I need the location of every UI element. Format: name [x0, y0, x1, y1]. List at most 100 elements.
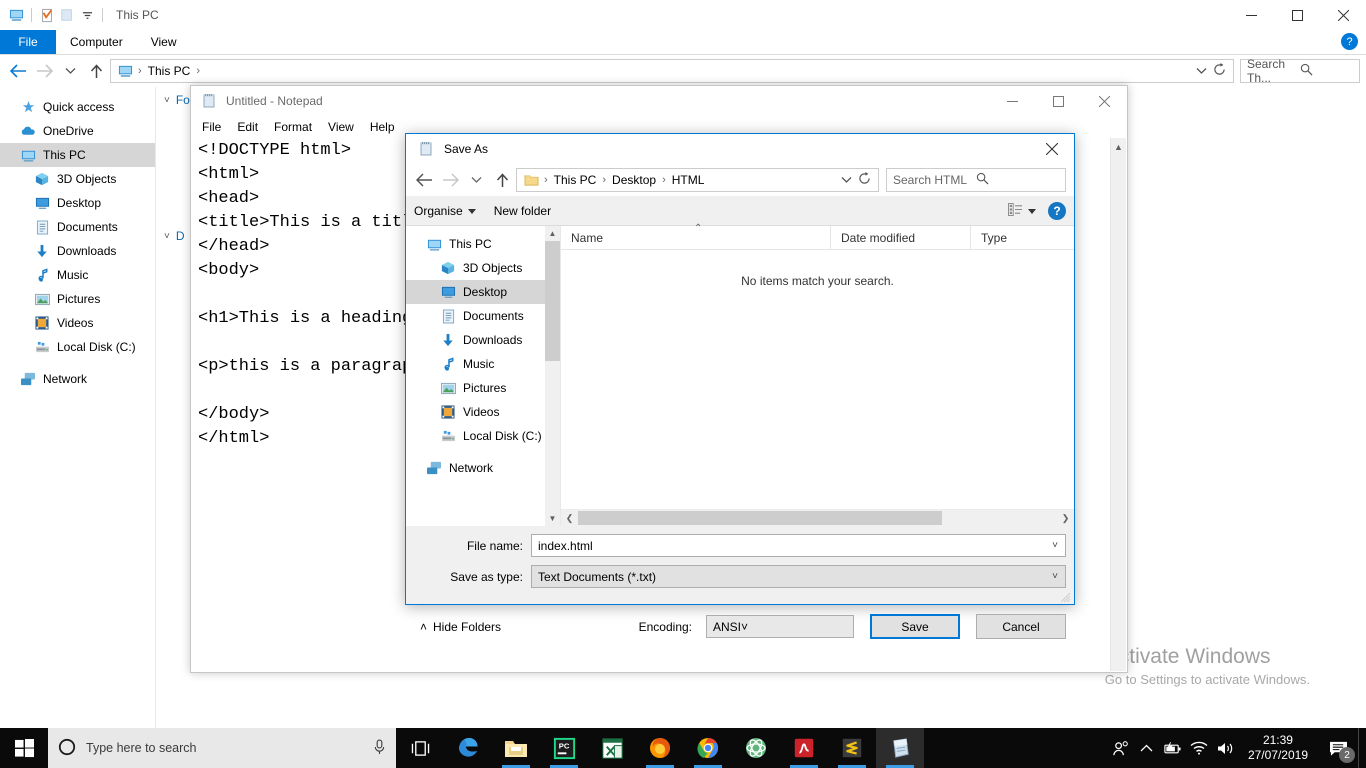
breadcrumb-item-desktop[interactable]: Desktop	[609, 173, 659, 187]
volume-icon[interactable]	[1212, 728, 1238, 768]
forward-button[interactable]	[32, 59, 56, 83]
chevron-down-icon[interactable]: ˅	[164, 231, 170, 242]
sidebar-item-3d-objects[interactable]: 3D Objects	[0, 167, 155, 191]
people-icon[interactable]	[1108, 728, 1134, 768]
chevron-down-icon[interactable]: ˅	[1052, 571, 1063, 582]
save-button[interactable]: Save	[870, 614, 960, 639]
scrollbar-thumb[interactable]	[578, 511, 943, 525]
taskbar-app-notepad[interactable]	[876, 728, 924, 768]
task-view-button[interactable]	[396, 728, 444, 768]
sidebar-item-network[interactable]: Network	[0, 367, 155, 391]
sidebar-item-local-disk-c[interactable]: Local Disk (C:)	[0, 335, 155, 359]
properties-icon[interactable]	[37, 5, 57, 25]
menu-help[interactable]: Help	[363, 119, 402, 135]
show-hidden-icons-chevron[interactable]	[1134, 728, 1160, 768]
forward-button[interactable]	[438, 168, 462, 192]
file-list-pane[interactable]: ⌃ Name Date modified Type No items match…	[561, 223, 1074, 526]
maximize-button[interactable]	[1035, 86, 1081, 116]
close-button[interactable]	[1320, 0, 1366, 30]
column-header-name[interactable]: ⌃ Name	[561, 223, 831, 249]
maximize-button[interactable]	[1274, 0, 1320, 30]
breadcrumb-separator-2[interactable]: ›	[196, 65, 200, 77]
taskbar-search-box[interactable]: Type here to search	[48, 728, 396, 768]
file-name-input[interactable]: index.html ˅	[531, 534, 1066, 557]
taskbar-app-firefox[interactable]	[636, 728, 684, 768]
menu-edit[interactable]: Edit	[230, 119, 265, 135]
this-pc-icon[interactable]	[6, 5, 26, 25]
refresh-icon[interactable]	[858, 172, 871, 188]
dialog-nav-item-this-pc[interactable]: This PC	[406, 232, 560, 256]
chevron-down-icon[interactable]: ˅	[1052, 540, 1063, 551]
save-as-type-select[interactable]: Text Documents (*.txt) ˅	[531, 565, 1066, 588]
dialog-nav-item-local-disk-c[interactable]: Local Disk (C:)	[406, 424, 560, 448]
scroll-down-arrow-icon[interactable]: ▼	[545, 511, 560, 526]
chevron-down-icon[interactable]: ˅	[741, 620, 748, 634]
breadcrumb-item-html[interactable]: HTML	[669, 173, 708, 187]
menu-file[interactable]: File	[195, 119, 228, 135]
address-dropdown-chevron-icon[interactable]	[1196, 64, 1207, 78]
new-folder-button[interactable]: New folder	[494, 204, 551, 218]
close-button[interactable]	[1081, 86, 1127, 116]
ribbon-tab-computer[interactable]: Computer	[56, 30, 137, 54]
dialog-nav-item-videos[interactable]: Videos	[406, 400, 560, 424]
hide-folders-toggle[interactable]: ˄ Hide Folders	[420, 620, 501, 634]
sidebar-item-documents[interactable]: Documents	[0, 215, 155, 239]
taskbar-app-edge[interactable]	[444, 728, 492, 768]
encoding-select[interactable]: ANSI ˅	[706, 615, 854, 638]
cancel-button[interactable]: Cancel	[976, 614, 1066, 639]
scroll-right-arrow-icon[interactable]: ❯	[1057, 513, 1074, 524]
show-desktop-button[interactable]	[1358, 728, 1366, 768]
dialog-nav-item-desktop[interactable]: Desktop	[406, 280, 560, 304]
back-button[interactable]	[6, 59, 30, 83]
scrollbar-thumb[interactable]	[545, 241, 560, 361]
menu-view[interactable]: View	[321, 119, 361, 135]
sidebar-item-videos[interactable]: Videos	[0, 311, 155, 335]
minimize-button[interactable]	[989, 86, 1035, 116]
scrollbar-track[interactable]	[578, 510, 1057, 526]
address-breadcrumb-box[interactable]: › This PC ›	[110, 59, 1234, 83]
sidebar-item-music[interactable]: Music	[0, 263, 155, 287]
minimize-button[interactable]	[1228, 0, 1274, 30]
column-header-type[interactable]: Type	[971, 226, 1074, 249]
sidebar-item-onedrive[interactable]: OneDrive	[0, 119, 155, 143]
up-button[interactable]	[84, 59, 108, 83]
resize-grip-icon[interactable]	[1060, 592, 1071, 603]
breadcrumb-item-this-pc[interactable]: This PC	[551, 173, 600, 187]
help-icon[interactable]: ?	[1341, 33, 1358, 50]
taskbar-app-excel[interactable]	[588, 728, 636, 768]
menu-format[interactable]: Format	[267, 119, 319, 135]
taskbar-app-adobe-reader[interactable]	[780, 728, 828, 768]
save-as-breadcrumb-box[interactable]: › This PC › Desktop › HTML	[516, 168, 879, 192]
sidebar-item-desktop[interactable]: Desktop	[0, 191, 155, 215]
address-dropdown-chevron-icon[interactable]	[841, 173, 852, 187]
back-button[interactable]	[412, 168, 436, 192]
refresh-icon[interactable]	[1213, 63, 1226, 79]
taskbar-app-sublime-text[interactable]	[828, 728, 876, 768]
up-button[interactable]	[490, 168, 514, 192]
dialog-nav-item-network[interactable]: Network	[406, 456, 560, 480]
help-icon[interactable]: ?	[1048, 201, 1066, 220]
taskbar-app-pycharm[interactable]: PC	[540, 728, 588, 768]
file-list-horizontal-scrollbar[interactable]: ❮ ❯	[561, 509, 1074, 526]
sidebar-item-pictures[interactable]: Pictures	[0, 287, 155, 311]
save-as-close-button[interactable]	[1029, 134, 1074, 164]
dialog-nav-item-downloads[interactable]: Downloads	[406, 328, 560, 352]
ribbon-tab-file[interactable]: File	[0, 30, 56, 54]
taskbar-app-file-explorer[interactable]	[492, 728, 540, 768]
battery-icon[interactable]	[1160, 728, 1186, 768]
dialog-nav-scrollbar[interactable]: ▲ ▼	[545, 226, 560, 526]
recent-locations-chevron-icon[interactable]	[464, 168, 488, 192]
taskbar-app-chrome[interactable]	[684, 728, 732, 768]
explorer-search-box[interactable]: Search Th...	[1240, 57, 1360, 85]
chevron-down-icon[interactable]: ˅	[164, 95, 170, 106]
dialog-nav-item-music[interactable]: Music	[406, 352, 560, 376]
taskbar-app-atom[interactable]	[732, 728, 780, 768]
organise-button[interactable]: Organise	[414, 204, 476, 218]
scroll-up-arrow-icon[interactable]: ▲	[545, 226, 560, 241]
scroll-up-arrow-icon[interactable]: ▲	[1111, 138, 1126, 155]
wifi-icon[interactable]	[1186, 728, 1212, 768]
dialog-nav-item-documents[interactable]: Documents	[406, 304, 560, 328]
sidebar-item-this-pc[interactable]: This PC	[0, 143, 155, 167]
dialog-nav-item-pictures[interactable]: Pictures	[406, 376, 560, 400]
breadcrumb-item-this-pc[interactable]: This PC	[145, 64, 194, 78]
